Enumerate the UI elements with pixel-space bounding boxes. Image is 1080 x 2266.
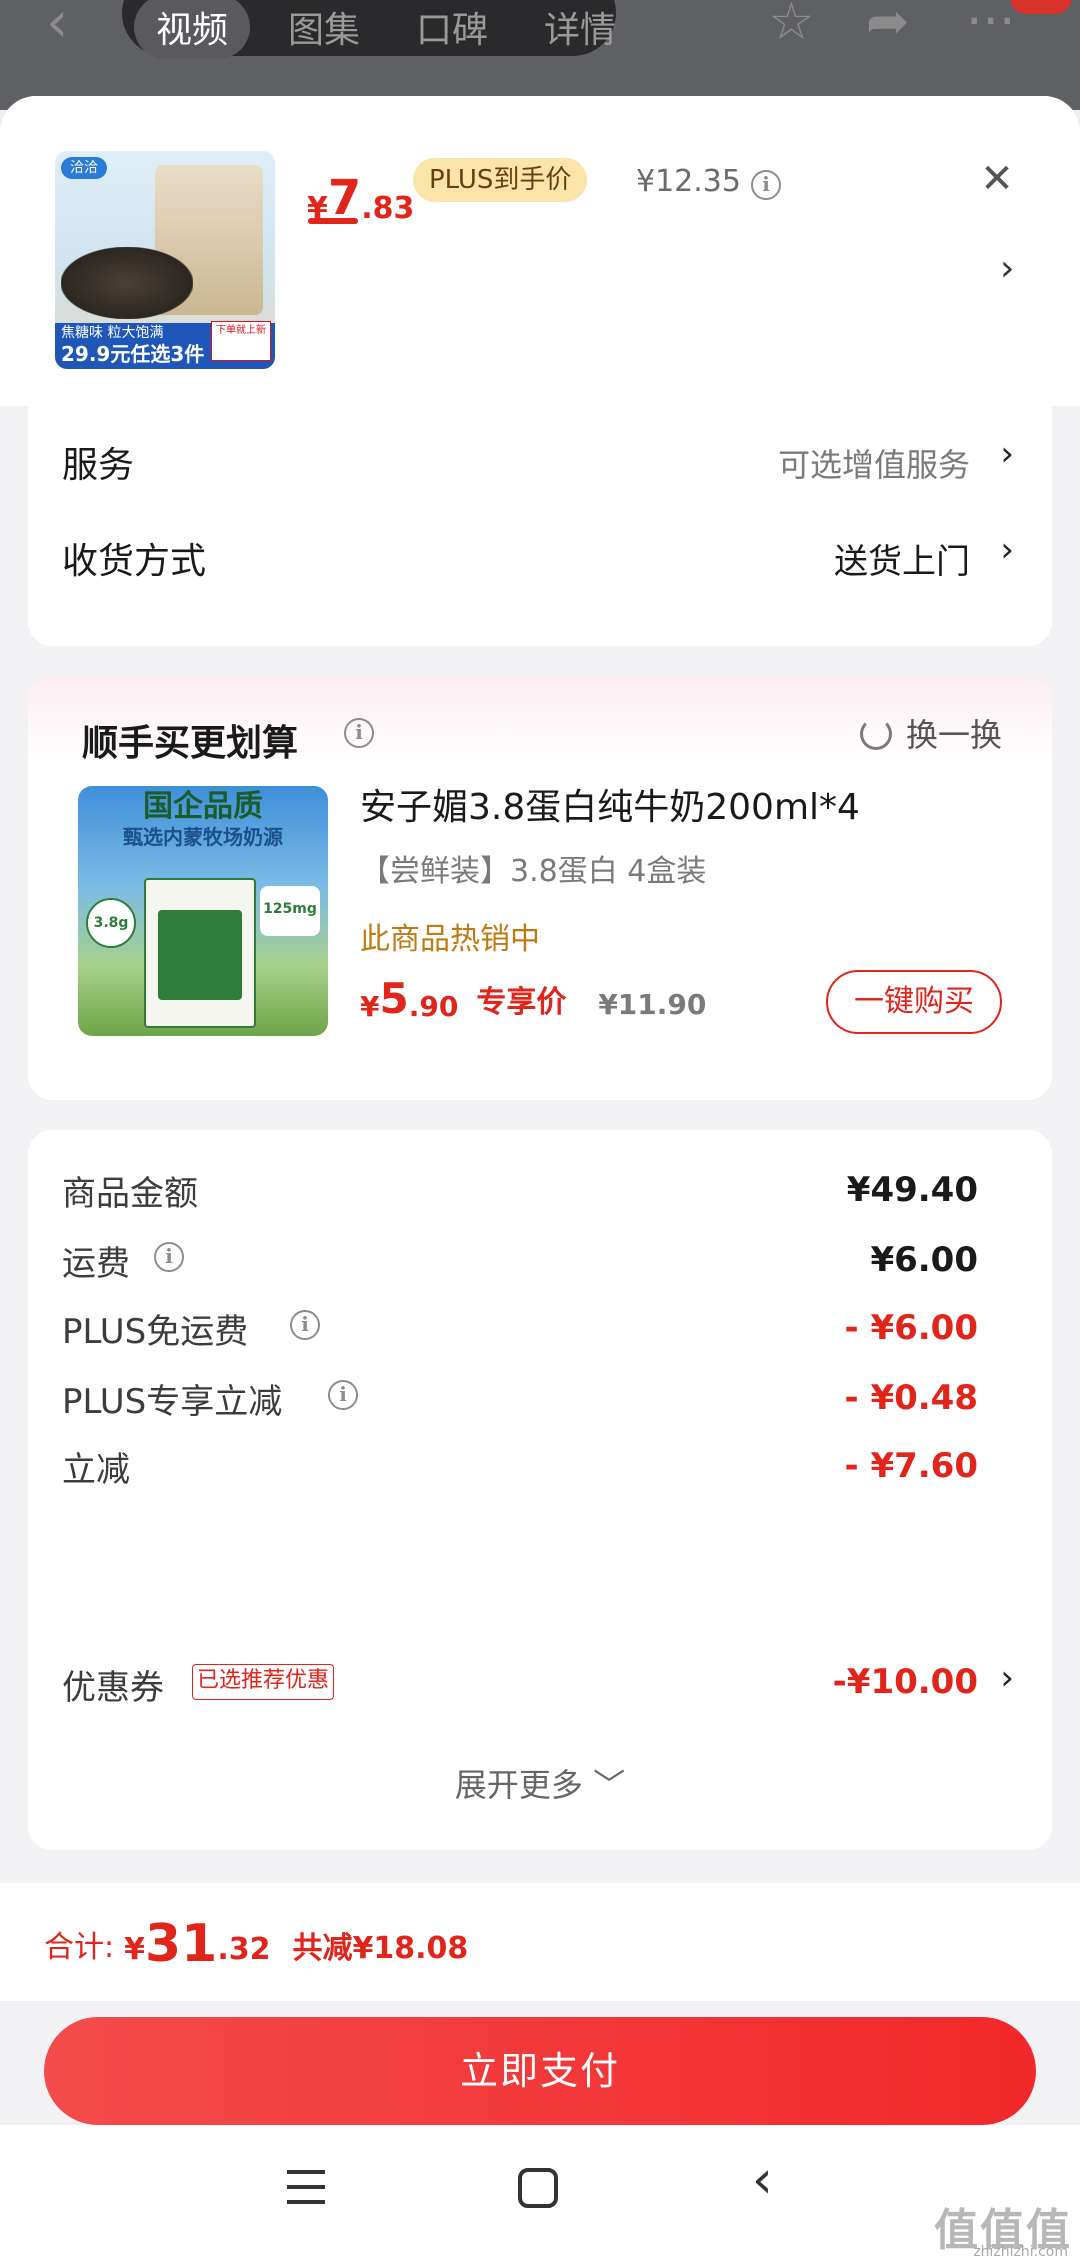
milk-box-image	[144, 878, 256, 1028]
calcium-badge: 125mg	[260, 886, 320, 936]
info-icon[interactable]: i	[344, 718, 374, 748]
cost-value-plus-discount: - ¥0.48	[844, 1378, 979, 1418]
info-icon[interactable]: i	[751, 170, 781, 200]
cost-value-shipping: ¥6.00	[870, 1240, 978, 1280]
back-icon[interactable]: ‹	[46, 0, 68, 55]
media-tabs: 视频 图集 口碑 详情	[122, 0, 616, 59]
tab-gallery[interactable]: 图集	[288, 1, 360, 53]
chevron-right-icon[interactable]: ›	[1000, 248, 1014, 289]
bundle-price: ¥ 5 .90 专享价 ¥11.90	[360, 974, 706, 1023]
thumbnail-sticker: 下单就上新	[211, 321, 271, 361]
bundle-original-price: ¥11.90	[598, 988, 707, 1021]
total-label: 合计:	[44, 1930, 115, 1965]
original-price: ¥12.35	[636, 164, 741, 199]
more-icon[interactable]: ···	[966, 0, 1016, 52]
back-icon[interactable]: ‹	[752, 2150, 773, 2210]
cost-label-shipping: 运费	[62, 1244, 130, 1284]
total-summary: 合计: ¥ 31 .32 共减¥18.08	[44, 1918, 468, 1970]
expand-more-button[interactable]: 展开更多 ﹀	[28, 1760, 1052, 1806]
bundle-card: 顺手买更划算 i 换一换 国企品质 甄选内蒙牧场奶源 3.8g 125mg 安子…	[28, 676, 1052, 1100]
info-icon[interactable]: i	[290, 1310, 320, 1340]
tab-reviews[interactable]: 口碑	[416, 1, 488, 53]
cost-value-coupon: -¥10.00	[832, 1662, 978, 1702]
chevron-right-icon: ›	[1000, 1658, 1014, 1698]
price-decimal: .83	[361, 191, 415, 226]
bundle-hot-label: 此商品热销中	[360, 922, 540, 957]
cost-value-plus-free-shipping: - ¥6.00	[844, 1308, 979, 1348]
bundle-title: 顺手买更划算	[82, 723, 299, 764]
sunflower-seeds-image	[61, 247, 193, 319]
cart-badge	[1010, 0, 1072, 14]
product-header: 洽洽 焦糖味 粒大饱满 29.9元任选3件 下单就上新 ¥ 7 .83 PLUS…	[0, 96, 1080, 406]
recent-apps-icon[interactable]	[287, 2170, 325, 2204]
delivery-label: 收货方式	[62, 541, 207, 582]
thumbnail-promo-text: 29.9元任选3件	[61, 342, 205, 366]
refresh-icon	[859, 718, 892, 750]
cost-value-instant-discount: - ¥7.60	[844, 1446, 979, 1486]
product-thumbnail[interactable]: 洽洽 焦糖味 粒大饱满 29.9元任选3件 下单就上新	[55, 151, 275, 369]
info-icon[interactable]: i	[328, 1380, 358, 1410]
plus-price: ¥ 7 .83	[307, 146, 414, 226]
plus-price-tag: PLUS到手价	[413, 158, 588, 202]
cost-breakdown-card: 商品金额 ¥49.40 运费 i ¥6.00 PLUS免运费 i - ¥6.00…	[28, 1130, 1052, 1850]
info-icon[interactable]: i	[154, 1242, 184, 1272]
cost-label-plus-discount: PLUS专享立减	[62, 1382, 283, 1422]
service-value: 可选增值服务	[777, 446, 970, 484]
bundle-price-decimal: .90	[408, 990, 459, 1023]
one-click-buy-button[interactable]: 一键购买	[826, 970, 1002, 1034]
star-icon[interactable]: ☆	[768, 0, 815, 52]
coupon-recommended-tag: 已选推荐优惠	[192, 1664, 335, 1700]
bundle-product-spec: 【尝鲜装】3.8蛋白 4盒装	[360, 854, 707, 889]
pay-now-button[interactable]: 立即支付	[44, 2017, 1036, 2125]
bundle-price-currency: ¥	[360, 990, 380, 1023]
protein-badge: 3.8g	[86, 898, 136, 948]
total-currency: ¥	[124, 1932, 145, 1967]
total-decimal: .32	[217, 1932, 271, 1967]
price-underline	[308, 218, 358, 224]
cost-label-plus-free-shipping: PLUS免运费	[62, 1312, 249, 1352]
total-saved: 共减¥18.08	[292, 1931, 469, 1966]
brand-logo: 洽洽	[61, 157, 107, 179]
bundle-product-image[interactable]: 国企品质 甄选内蒙牧场奶源 3.8g 125mg	[78, 786, 328, 1036]
bundle-product-name[interactable]: 安子媚3.8蛋白纯牛奶200ml*4	[360, 778, 860, 830]
image-banner-subtitle: 甄选内蒙牧场奶源	[123, 825, 283, 849]
delivery-value: 送货上门	[834, 542, 970, 582]
swap-label: 换一换	[905, 716, 1002, 754]
image-banner-title: 国企品质	[143, 789, 263, 824]
watermark-url: zhizhizhi.com	[973, 2244, 1068, 2260]
tab-video[interactable]: 视频	[134, 0, 251, 59]
tab-details[interactable]: 详情	[544, 1, 616, 53]
service-label: 服务	[62, 445, 135, 486]
close-button[interactable]: ✕	[972, 154, 1022, 204]
total-integer: 31	[144, 1914, 218, 1974]
chevron-right-icon: ›	[1000, 434, 1014, 474]
image-banner: 国企品质 甄选内蒙牧场奶源	[78, 786, 328, 856]
home-icon[interactable]	[518, 2168, 558, 2208]
service-card: 服务 可选增值服务 › 收货方式 送货上门 ›	[28, 396, 1052, 646]
bundle-price-integer: 5	[379, 974, 409, 1023]
cost-label-instant-discount: 立减	[62, 1450, 130, 1490]
cost-value-subtotal: ¥49.40	[846, 1170, 978, 1210]
cost-label-coupon: 优惠券	[62, 1668, 164, 1708]
swap-button[interactable]: 换一换	[859, 710, 1002, 756]
share-icon[interactable]: ➦	[866, 0, 910, 52]
chevron-right-icon: ›	[1000, 530, 1014, 570]
exclusive-price-label: 专享价	[476, 985, 567, 1020]
cost-label-subtotal: 商品金额	[62, 1174, 198, 1214]
